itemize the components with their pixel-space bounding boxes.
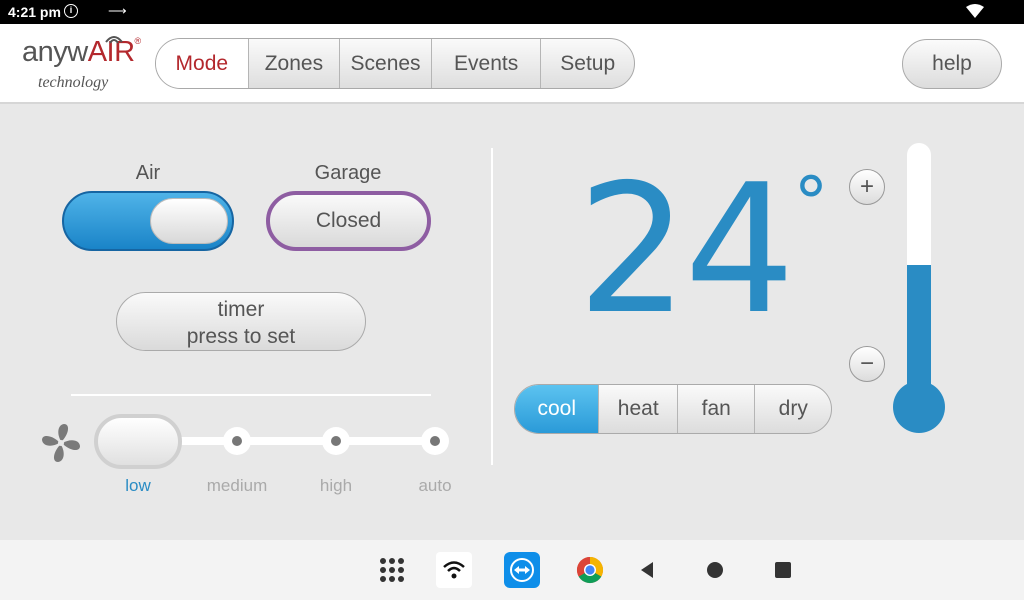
tab-zones[interactable]: Zones [247, 39, 340, 88]
temperature-unit: ° [793, 162, 829, 244]
fan-speed-stop-high[interactable] [322, 427, 350, 455]
logo-subtitle: technology [38, 74, 109, 91]
fan-speed-stop-auto[interactable] [421, 427, 449, 455]
garage-label: Garage [314, 162, 382, 184]
mode-fan[interactable]: fan [676, 385, 755, 433]
timer-subtitle: press to set [186, 325, 296, 348]
main-tabs: Mode Zones Scenes Events Setup [155, 38, 635, 89]
wifi-icon [966, 4, 984, 21]
nav-bar [0, 540, 1024, 600]
cast-icon: ⟶ [108, 3, 127, 18]
status-bar: 4:21 pm i ⟶ [0, 0, 1024, 24]
fan-speed-track[interactable] [140, 437, 435, 445]
recents-icon[interactable] [765, 552, 801, 588]
back-icon[interactable] [629, 552, 665, 588]
info-icon: i [64, 4, 78, 18]
fan-speed-knob[interactable] [94, 414, 182, 469]
home-icon[interactable] [697, 552, 733, 588]
timer-button[interactable]: timer press to set [116, 292, 366, 351]
fan-speed-label-low: low [125, 476, 151, 495]
tab-events[interactable]: Events [430, 39, 541, 88]
fan-speed-label-auto: auto [418, 476, 452, 495]
signal-icon [105, 36, 123, 44]
air-toggle-knob [150, 198, 228, 244]
temp-increase-button[interactable]: + [849, 169, 885, 205]
fan-speed-label-medium: medium [206, 476, 268, 495]
mode-cool[interactable]: cool [515, 385, 599, 433]
fan-speed-label-high: high [319, 476, 353, 495]
teamviewer-icon[interactable] [504, 552, 540, 588]
wifi-app-icon[interactable] [436, 552, 472, 588]
mode-dry[interactable]: dry [754, 385, 831, 433]
thermometer-bulb [893, 381, 945, 433]
anywair-logo: anywAIR® technology [22, 34, 142, 94]
mode-heat[interactable]: heat [598, 385, 677, 433]
logo-prefix: anyw [22, 36, 88, 68]
timer-title: timer [217, 298, 265, 321]
status-time: 4:21 pm [8, 4, 61, 20]
apps-icon[interactable] [374, 552, 410, 588]
air-label: Air [135, 162, 161, 184]
temperature-value: 24 [577, 146, 795, 353]
thermometer [907, 143, 931, 413]
garage-button[interactable]: Closed [266, 191, 431, 251]
air-toggle[interactable] [62, 191, 234, 251]
chrome-icon[interactable] [572, 552, 608, 588]
temperature-display: 24° [575, 146, 828, 353]
tab-setup[interactable]: Setup [540, 39, 634, 88]
fan-speed-stop-medium[interactable] [223, 427, 251, 455]
logo-reg: ® [134, 36, 142, 46]
tab-scenes[interactable]: Scenes [339, 39, 431, 88]
divider [71, 394, 431, 396]
app-header: anywAIR® technology Mode Zones Scenes Ev… [0, 24, 1024, 104]
mode-selector: cool heat fan dry [514, 384, 832, 434]
help-button[interactable]: help [902, 39, 1002, 89]
divider [491, 148, 493, 465]
temp-decrease-button[interactable]: − [849, 346, 885, 382]
tab-mode[interactable]: Mode [156, 39, 248, 88]
fan-icon [42, 424, 80, 462]
